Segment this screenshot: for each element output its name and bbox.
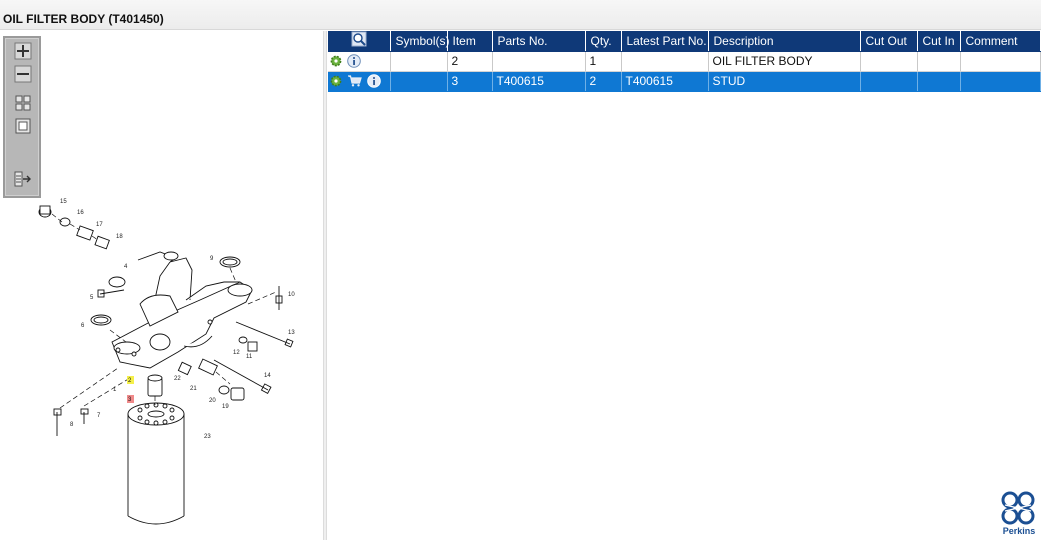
table-header: Symbol(s) Item Parts No. Qty. Latest Par… xyxy=(328,31,1041,52)
filter-body-housing xyxy=(111,251,253,369)
cell-cut-out xyxy=(860,71,918,92)
cell-latest-part-no xyxy=(621,51,709,72)
svg-text:12: 12 xyxy=(233,350,240,356)
svg-text:5: 5 xyxy=(90,295,94,301)
cell-cut-in xyxy=(917,71,961,92)
svg-text:4: 4 xyxy=(124,264,128,270)
column-header-qty[interactable]: Qty. xyxy=(585,31,622,52)
table-row[interactable]: 2 1 OIL FILTER BODY xyxy=(328,51,1041,72)
svg-text:1: 1 xyxy=(113,387,117,393)
svg-text:22: 22 xyxy=(174,376,181,382)
fit-all-button[interactable] xyxy=(13,93,33,113)
cell-part-no: T400615 xyxy=(492,71,586,92)
zoom-in-button[interactable] xyxy=(13,41,33,61)
brand-name: Perkins xyxy=(1002,526,1036,536)
svg-text:23: 23 xyxy=(204,434,211,440)
column-header-cut-out[interactable]: Cut Out xyxy=(860,31,918,52)
svg-text:19: 19 xyxy=(222,404,229,410)
svg-text:15: 15 xyxy=(60,199,67,205)
column-header-search[interactable] xyxy=(328,31,391,52)
cell-latest-part-no: T400615 xyxy=(621,71,709,92)
info-icon[interactable] xyxy=(347,54,361,68)
svg-text:18: 18 xyxy=(116,234,123,240)
oil-filter-canister xyxy=(127,402,185,525)
cell-description: OIL FILTER BODY xyxy=(708,51,861,72)
zoom-in-icon xyxy=(14,42,32,60)
zoom-toolbar xyxy=(3,36,41,198)
column-header-parts-no[interactable]: Parts No. xyxy=(492,31,586,52)
cell-symbols xyxy=(390,51,448,72)
row-icons xyxy=(328,51,391,72)
parts-table: Symbol(s) Item Parts No. Qty. Latest Par… xyxy=(328,31,1041,92)
cart-icon[interactable] xyxy=(347,75,362,87)
row-icons xyxy=(328,71,391,92)
gear-icon[interactable] xyxy=(330,75,342,87)
svg-text:7: 7 xyxy=(97,413,101,419)
fit-window-icon xyxy=(15,118,31,134)
column-header-latest-part-no[interactable]: Latest Part No. xyxy=(621,31,709,52)
svg-text:17: 17 xyxy=(96,222,103,228)
cell-comment xyxy=(960,71,1041,92)
column-header-cut-in[interactable]: Cut In xyxy=(917,31,961,52)
cell-cut-out xyxy=(860,51,918,72)
column-header-item[interactable]: Item xyxy=(447,31,493,52)
svg-text:8: 8 xyxy=(70,422,74,428)
svg-text:6: 6 xyxy=(81,323,85,329)
perkins-logo-icon xyxy=(1001,491,1035,525)
brand-logo: Perkins xyxy=(998,490,1040,540)
cell-comment xyxy=(960,51,1041,72)
cell-description: STUD xyxy=(708,71,861,92)
export-icon xyxy=(14,171,31,187)
column-header-comment[interactable]: Comment xyxy=(960,31,1041,52)
zoom-out-icon xyxy=(14,65,32,83)
cell-qty: 2 xyxy=(585,71,622,92)
cell-item: 2 xyxy=(447,51,493,72)
svg-text:20: 20 xyxy=(209,398,216,404)
zoom-out-button[interactable] xyxy=(13,64,33,84)
svg-text:11: 11 xyxy=(246,354,253,360)
cell-item: 3 xyxy=(447,71,493,92)
fit-window-button[interactable] xyxy=(13,116,33,136)
export-button[interactable] xyxy=(13,169,33,189)
cell-part-no xyxy=(492,51,586,72)
exploded-parts-diagram[interactable]: 15 16 17 18 4 5 6 9 10 13 12 11 14 22 21… xyxy=(0,0,323,540)
svg-text:21: 21 xyxy=(190,386,197,392)
pane-splitter[interactable] xyxy=(323,31,327,540)
svg-text:16: 16 xyxy=(77,210,84,216)
column-header-symbols[interactable]: Symbol(s) xyxy=(390,31,450,52)
column-header-description[interactable]: Description xyxy=(708,31,861,52)
svg-text:13: 13 xyxy=(288,330,295,336)
info-icon[interactable] xyxy=(367,74,381,88)
search-icon xyxy=(351,31,367,47)
table-row-selected[interactable]: 3 T400615 2 T400615 STUD xyxy=(328,71,1041,92)
cell-cut-in xyxy=(917,51,961,72)
gear-icon[interactable] xyxy=(330,55,342,67)
cell-symbols xyxy=(390,71,448,92)
svg-text:9: 9 xyxy=(210,256,214,262)
fit-all-icon xyxy=(15,95,31,111)
cell-qty: 1 xyxy=(585,51,622,72)
svg-text:10: 10 xyxy=(288,292,295,298)
svg-text:14: 14 xyxy=(264,373,271,379)
